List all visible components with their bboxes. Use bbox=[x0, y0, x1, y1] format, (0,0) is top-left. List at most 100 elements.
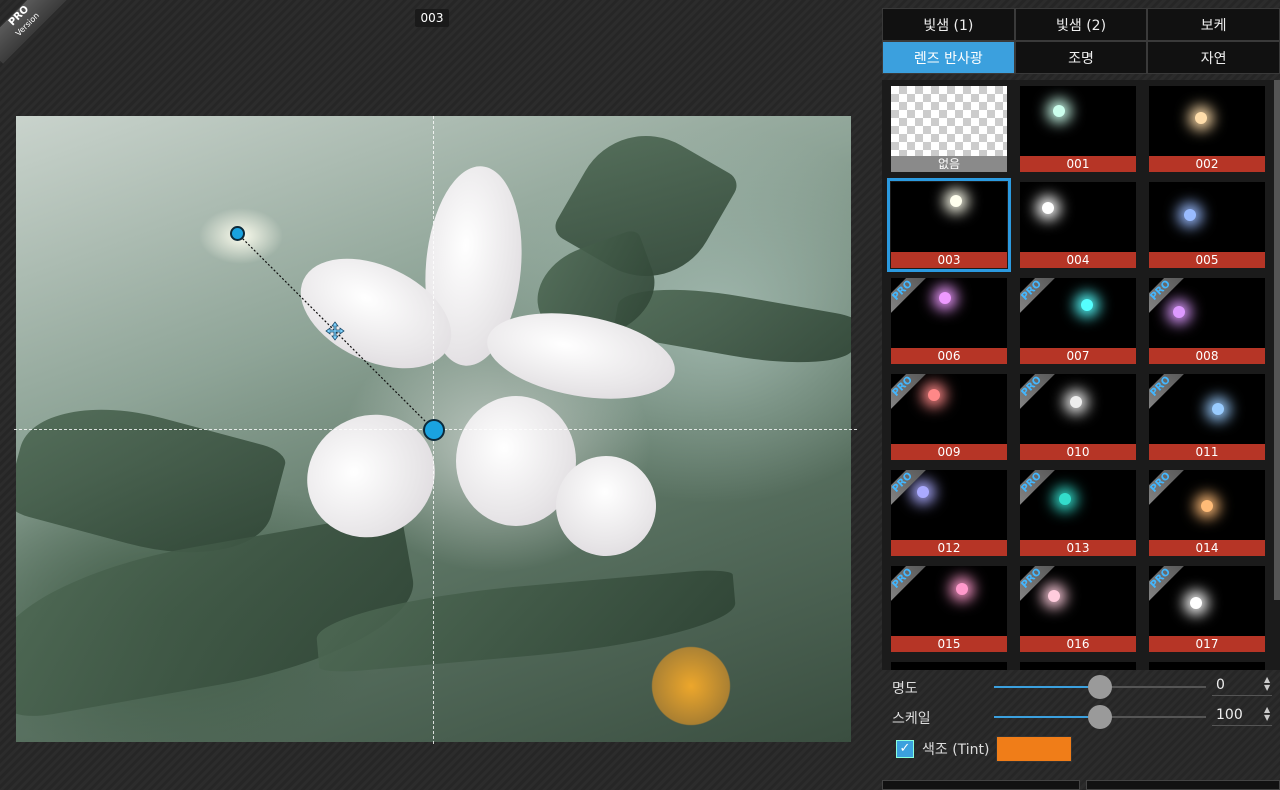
preset-thumb-partial[interactable] bbox=[1149, 662, 1265, 670]
preset-thumb-015[interactable]: PRO 015 bbox=[891, 566, 1007, 652]
preset-thumb-006[interactable]: PRO 006 bbox=[891, 278, 1007, 364]
flare-preview bbox=[1042, 202, 1054, 214]
brightness-label: 명도 bbox=[892, 681, 918, 697]
flare-preview bbox=[1070, 396, 1082, 408]
preset-caption: 005 bbox=[1149, 252, 1265, 268]
preset-thumb-007[interactable]: PRO 007 bbox=[1020, 278, 1136, 364]
flare-preview bbox=[1053, 105, 1065, 117]
preset-caption: 010 bbox=[1020, 444, 1136, 460]
flare-preview bbox=[939, 292, 951, 304]
bottom-button-left[interactable] bbox=[882, 780, 1080, 790]
preset-thumb-002[interactable]: 002 bbox=[1149, 86, 1265, 172]
flare-preview bbox=[1173, 306, 1185, 318]
pro-tag: PRO bbox=[1149, 470, 1188, 510]
flare-center-handle[interactable] bbox=[423, 419, 445, 441]
flare-preview bbox=[1184, 209, 1196, 221]
preset-caption: 014 bbox=[1149, 540, 1265, 556]
preset-caption: 003 bbox=[891, 252, 1007, 268]
tint-checkbox[interactable]: ✓ bbox=[896, 740, 914, 758]
flare-preview bbox=[956, 583, 968, 595]
tab-lighting[interactable]: 조명 bbox=[1014, 41, 1148, 74]
tab-bokeh[interactable]: 보케 bbox=[1147, 8, 1280, 41]
pro-version-badge: PRO Version bbox=[0, 0, 67, 64]
preset-thumb-017[interactable]: PRO 017 bbox=[1149, 566, 1265, 652]
scale-slider[interactable] bbox=[994, 705, 1206, 729]
brightness-slider[interactable] bbox=[994, 675, 1206, 699]
preset-thumb-012[interactable]: PRO 012 bbox=[891, 470, 1007, 556]
flare-preview bbox=[1059, 493, 1071, 505]
tab-light-leak-2[interactable]: 빛샘 (2) bbox=[1014, 8, 1148, 41]
tab-light-leak-1[interactable]: 빛샘 (1) bbox=[882, 8, 1015, 41]
brightness-control: 명도 0 ▲ ▼ bbox=[882, 674, 1280, 700]
preset-caption: 013 bbox=[1020, 540, 1136, 556]
preset-thumb-013[interactable]: PRO 013 bbox=[1020, 470, 1136, 556]
flare-preview bbox=[1190, 597, 1202, 609]
flare-preview bbox=[1195, 112, 1207, 124]
flare-preview bbox=[928, 389, 940, 401]
current-preset-label: 003 bbox=[415, 9, 449, 27]
tab-nature[interactable]: 자연 bbox=[1147, 41, 1280, 74]
preset-thumb-005[interactable]: 005 bbox=[1149, 182, 1265, 268]
scale-value[interactable]: 100 bbox=[1212, 704, 1272, 726]
preset-thumb-010[interactable]: PRO 010 bbox=[1020, 374, 1136, 460]
tab-row-1: 빛샘 (1) 빛샘 (2) 보케 bbox=[882, 8, 1280, 41]
pro-tag: PRO bbox=[1020, 374, 1059, 414]
tab-row-2: 렌즈 반사광 조명 자연 bbox=[882, 41, 1280, 74]
preset-thumb-none[interactable]: 없음 bbox=[891, 86, 1007, 172]
preset-grid: 없음 001 002 003 004 005 PRO 006 PRO 007 PRO 008 PRO 00… bbox=[882, 80, 1280, 670]
light-source-handle[interactable] bbox=[230, 226, 245, 241]
preset-caption: 012 bbox=[891, 540, 1007, 556]
preset-caption: 015 bbox=[891, 636, 1007, 652]
move-icon[interactable] bbox=[325, 321, 345, 341]
preset-thumb-016[interactable]: PRO 016 bbox=[1020, 566, 1136, 652]
preset-caption: 002 bbox=[1149, 156, 1265, 172]
preset-caption: 004 bbox=[1020, 252, 1136, 268]
scale-control: 스케일 100 ▲ ▼ bbox=[882, 704, 1280, 730]
preset-thumb-011[interactable]: PRO 011 bbox=[1149, 374, 1265, 460]
flare-preview bbox=[917, 486, 929, 498]
flare-preview bbox=[1081, 299, 1093, 311]
bottom-button-right[interactable] bbox=[1086, 780, 1280, 790]
preset-thumb-partial[interactable] bbox=[891, 662, 1007, 670]
brightness-slider-thumb[interactable] bbox=[1088, 675, 1112, 699]
preset-thumb-001[interactable]: 001 bbox=[1020, 86, 1136, 172]
tint-control: ✓ 색조 (Tint) bbox=[882, 736, 1280, 762]
preset-caption: 009 bbox=[891, 444, 1007, 460]
pro-tag: PRO bbox=[1020, 278, 1059, 318]
preset-thumb-partial[interactable] bbox=[1020, 662, 1136, 670]
scale-slider-fill bbox=[994, 716, 1100, 718]
flare-preview bbox=[1212, 403, 1224, 415]
preset-caption: 016 bbox=[1020, 636, 1136, 652]
pro-tag: PRO bbox=[1020, 470, 1059, 510]
preset-caption: 001 bbox=[1020, 156, 1136, 172]
brightness-value[interactable]: 0 bbox=[1212, 674, 1272, 696]
scale-slider-thumb[interactable] bbox=[1088, 705, 1112, 729]
preset-caption: 006 bbox=[891, 348, 1007, 364]
effects-panel: 빛샘 (1) 빛샘 (2) 보케 렌즈 반사광 조명 자연 없음 001 002 00… bbox=[882, 8, 1280, 790]
tint-color-swatch[interactable] bbox=[996, 736, 1072, 762]
preset-caption: 008 bbox=[1149, 348, 1265, 364]
preset-caption: 007 bbox=[1020, 348, 1136, 364]
transparent-preview bbox=[891, 86, 1007, 156]
preset-thumb-009[interactable]: PRO 009 bbox=[891, 374, 1007, 460]
pro-tag: PRO bbox=[891, 278, 930, 318]
pro-tag: PRO bbox=[891, 566, 930, 606]
preset-thumb-008[interactable]: PRO 008 bbox=[1149, 278, 1265, 364]
pro-tag: PRO bbox=[1149, 374, 1188, 414]
preset-thumb-004[interactable]: 004 bbox=[1020, 182, 1136, 268]
pro-tag: PRO bbox=[1149, 566, 1188, 606]
pro-tag: PRO bbox=[891, 374, 930, 414]
preset-thumb-003[interactable]: 003 bbox=[887, 178, 1011, 272]
scale-spinner-icon[interactable]: ▲ ▼ bbox=[1264, 706, 1270, 722]
flare-preview bbox=[1048, 590, 1060, 602]
preset-thumb-014[interactable]: PRO 014 bbox=[1149, 470, 1265, 556]
flare-preview bbox=[950, 195, 962, 207]
preset-scrollbar[interactable] bbox=[1274, 80, 1280, 600]
brightness-spinner-icon[interactable]: ▲ ▼ bbox=[1264, 676, 1270, 692]
scale-label: 스케일 bbox=[892, 711, 931, 727]
brightness-slider-fill bbox=[994, 686, 1100, 688]
preset-caption: 011 bbox=[1149, 444, 1265, 460]
pro-badge-sub: Version bbox=[13, 10, 42, 39]
tab-lens-flare[interactable]: 렌즈 반사광 bbox=[882, 41, 1015, 74]
preset-caption: 017 bbox=[1149, 636, 1265, 652]
